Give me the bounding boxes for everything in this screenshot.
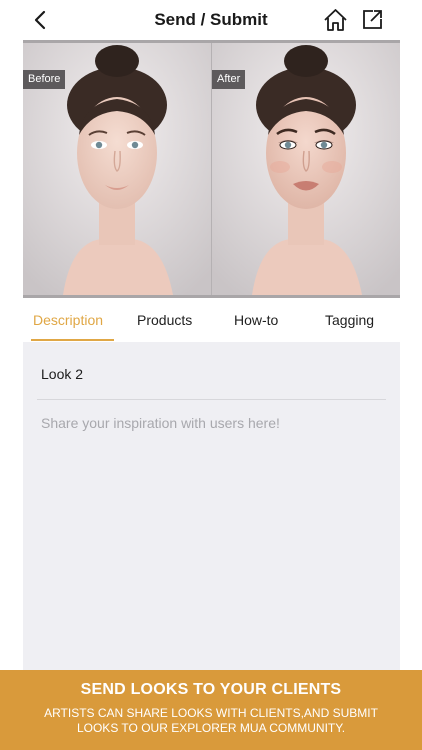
- before-tag: Before: [23, 70, 66, 89]
- page-title: Send / Submit: [154, 10, 268, 29]
- tab-how-to[interactable]: How-to: [234, 312, 278, 328]
- home-button[interactable]: [323, 8, 348, 32]
- banner-title: SEND LOOKS TO YOUR CLIENTS: [80, 681, 342, 698]
- divider: [37, 399, 386, 400]
- description-panel: Look 2: [23, 342, 400, 670]
- before-after-comparison: Before After: [23, 40, 400, 298]
- tab-tagging[interactable]: Tagging: [325, 312, 374, 328]
- description-input[interactable]: [37, 408, 386, 438]
- after-tag: After: [212, 70, 246, 89]
- banner-subtitle: ARTISTS CAN SHARE LOOKS WITH CLIENTS,AND…: [44, 706, 378, 735]
- share-button[interactable]: [361, 8, 384, 31]
- nav-bar: Send / Submit: [0, 0, 422, 40]
- promo-banner: SEND LOOKS TO YOUR CLIENTS ARTISTS CAN S…: [0, 670, 422, 750]
- active-tab-indicator: [31, 339, 114, 341]
- tab-description[interactable]: Description: [33, 312, 103, 328]
- tab-bar: Description Products How-to Tagging: [23, 298, 400, 342]
- look-name[interactable]: Look 2: [41, 366, 83, 382]
- share-external-icon: [363, 10, 382, 29]
- home-icon: [324, 9, 347, 31]
- tab-products[interactable]: Products: [137, 312, 192, 328]
